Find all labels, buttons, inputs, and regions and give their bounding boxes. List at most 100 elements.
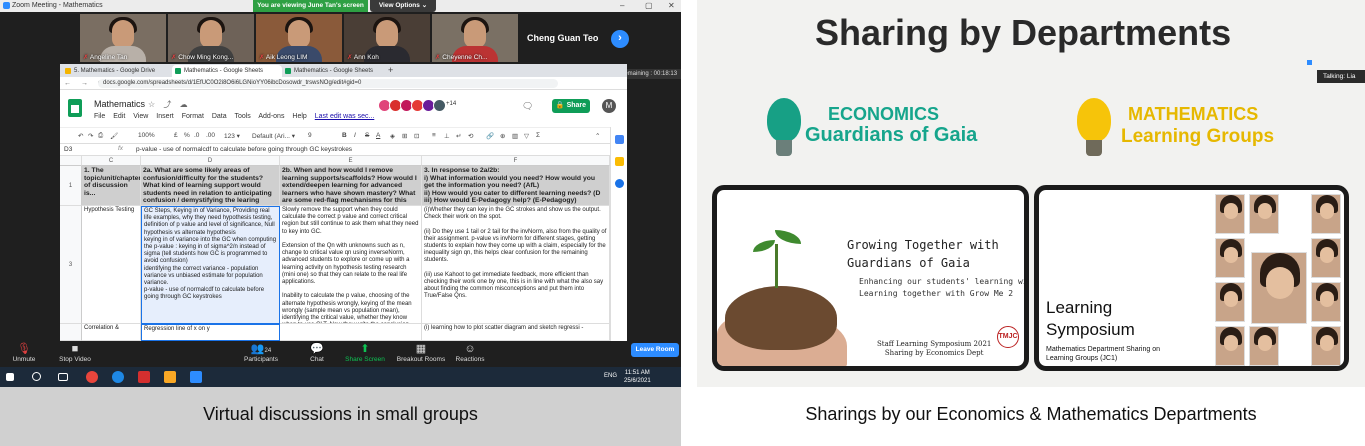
reactions-button[interactable]: ☺ Reactions xyxy=(452,342,488,363)
browser-tab[interactable]: 5. Mathematics - Google Drive xyxy=(62,65,172,77)
tasks-icon[interactable] xyxy=(615,179,624,188)
menu-format[interactable]: Format xyxy=(182,113,204,120)
participants-button[interactable]: 👥24 Participants xyxy=(238,342,284,363)
menu-edit[interactable]: Edit xyxy=(113,113,125,120)
star-move-cloud-icons[interactable]: ☆ ⤴ ☁ xyxy=(148,99,191,110)
currency-button[interactable]: £ xyxy=(174,132,178,139)
featured-participant-name[interactable]: Cheng Guan Teo xyxy=(527,33,598,43)
comment-icon[interactable]: 🗨 xyxy=(522,101,533,112)
cell-e1[interactable]: 2b. When and how would I remove learning… xyxy=(280,166,422,206)
bold-button[interactable]: B xyxy=(342,132,347,139)
fill-color-icon[interactable]: ◈ xyxy=(390,132,395,140)
functions-icon[interactable]: Σ xyxy=(536,132,540,139)
decrease-decimal-button[interactable]: .0 xyxy=(194,132,199,139)
paint-format-icon[interactable]: 🖌 xyxy=(110,132,118,140)
participant-tile[interactable]: ✗ Chow Ming Kong... xyxy=(168,14,254,62)
cell-e3[interactable]: Slowly remove the support when they coul… xyxy=(280,206,422,324)
strikethrough-button[interactable]: S xyxy=(365,132,369,139)
menu-tools[interactable]: Tools xyxy=(234,113,250,120)
menu-help[interactable]: Help xyxy=(292,113,306,120)
zoom-taskbar-icon[interactable] xyxy=(190,371,202,383)
valign-icon[interactable]: ⊥ xyxy=(444,132,450,140)
mathematics-slide-card[interactable]: Learning Symposium Mathematics Department… xyxy=(1034,185,1349,371)
print-icon[interactable]: ⎙ xyxy=(98,132,103,140)
participant-tile[interactable]: ✗ Ann Koh xyxy=(344,14,430,62)
share-button[interactable]: 🔒 Share xyxy=(552,99,590,113)
wrap-icon[interactable]: ↵ xyxy=(456,132,461,140)
cell-f1[interactable]: 3. In response to 2a/2b: i) What informa… xyxy=(422,166,610,206)
avatar[interactable] xyxy=(433,99,446,112)
next-page-arrow-icon[interactable]: › xyxy=(611,30,629,48)
cell-c3[interactable]: Hypothesis Testing xyxy=(82,206,141,324)
cell-f3[interactable]: (i)Whether they can key in the GC stroke… xyxy=(422,206,610,324)
account-avatar[interactable]: M xyxy=(602,99,616,113)
minimize-icon[interactable]: – xyxy=(620,1,624,10)
close-icon[interactable]: ✕ xyxy=(668,1,675,10)
menu-file[interactable]: File xyxy=(94,113,105,120)
column-header-f[interactable]: F xyxy=(422,156,610,166)
cell-c1[interactable]: 1. The topic/unit/chapter of discussion … xyxy=(82,166,141,206)
taskbar-clock[interactable]: 11:51 AM 25/6/2021 xyxy=(624,369,651,385)
browser-tab-active[interactable]: Mathematics - Google Sheets xyxy=(172,65,282,77)
last-edit-link[interactable]: Last edit was sec... xyxy=(315,113,375,120)
share-screen-button[interactable]: ⬆ Share Screen xyxy=(342,342,388,363)
comment-insert-icon[interactable]: ⊕ xyxy=(500,132,505,140)
language-indicator[interactable]: ENG xyxy=(604,373,617,379)
formula-input[interactable]: p-value - use of normalcdf to calculate … xyxy=(136,146,352,153)
keep-icon[interactable] xyxy=(615,157,624,166)
unmute-button[interactable]: 🎙 Unmute xyxy=(8,342,40,363)
italic-button[interactable]: I xyxy=(354,132,356,139)
increase-decimal-button[interactable]: .00 xyxy=(206,132,215,139)
menu-data[interactable]: Data xyxy=(212,113,227,120)
participant-tile[interactable]: ✗ Angeline Tan xyxy=(80,14,166,62)
row-header-4[interactable] xyxy=(60,324,82,341)
document-title[interactable]: Mathematics xyxy=(94,99,145,109)
cell-f4[interactable]: (i) learning how to plot scatter diagram… xyxy=(422,324,610,341)
menu-addons[interactable]: Add-ons xyxy=(258,113,284,120)
browser-tab[interactable]: Mathematics - Google Sheets xyxy=(282,65,386,77)
more-formats-select[interactable]: 123 ▾ xyxy=(224,132,240,140)
participant-tile[interactable]: ✗ Aik Leong LIM xyxy=(256,14,342,62)
column-header-e[interactable]: E xyxy=(280,156,422,166)
chrome-icon[interactable] xyxy=(86,371,98,383)
redo-icon[interactable]: ↷ xyxy=(88,132,93,140)
task-view-icon[interactable] xyxy=(58,373,68,381)
percent-button[interactable]: % xyxy=(184,132,190,139)
file-explorer-icon[interactable] xyxy=(164,371,176,383)
search-icon[interactable] xyxy=(32,372,41,381)
start-icon[interactable] xyxy=(6,373,14,381)
view-options-button[interactable]: View Options ⌄ xyxy=(370,0,436,12)
rotate-icon[interactable]: ⟲ xyxy=(468,132,473,140)
url-field[interactable]: docs.google.com/spreadsheets/d/1EfUC0O2i… xyxy=(98,79,558,88)
merge-cells-icon[interactable]: ⊡ xyxy=(414,132,419,140)
breakout-rooms-button[interactable]: ▦ Breakout Rooms xyxy=(394,342,448,363)
maximize-icon[interactable]: ▢ xyxy=(645,1,653,10)
stop-video-button[interactable]: ■ Stop Video xyxy=(55,342,95,363)
new-tab-icon[interactable]: + xyxy=(388,65,393,75)
row-header-3[interactable]: 3 xyxy=(60,206,82,324)
zoom-select[interactable]: 100% xyxy=(138,132,155,139)
leave-room-button[interactable]: Leave Room xyxy=(631,343,679,357)
cell-reference[interactable]: D3 xyxy=(64,146,72,153)
font-select[interactable]: Default (Ari... ▾ xyxy=(252,132,295,140)
cell-d4[interactable]: Regression line of x on y xyxy=(141,324,280,341)
acrobat-icon[interactable] xyxy=(138,371,150,383)
chart-icon[interactable]: ▥ xyxy=(512,132,518,140)
economics-slide-card[interactable]: Growing Together with Guardians of Gaia E… xyxy=(712,185,1029,371)
select-all-corner[interactable] xyxy=(60,156,82,166)
text-color-button[interactable]: A xyxy=(376,132,380,139)
cell-d1[interactable]: 2a. What are some likely areas of confus… xyxy=(141,166,280,206)
menu-view[interactable]: View xyxy=(133,113,148,120)
avatar-count[interactable]: +14 xyxy=(446,101,456,107)
menu-insert[interactable]: Insert xyxy=(156,113,174,120)
column-header-c[interactable]: C xyxy=(82,156,141,166)
font-size-select[interactable]: 9 xyxy=(308,132,312,139)
edge-icon[interactable] xyxy=(112,371,124,383)
calendar-icon[interactable] xyxy=(615,135,624,144)
align-icon[interactable]: ≡ xyxy=(432,132,436,139)
column-header-d[interactable]: D xyxy=(141,156,280,166)
borders-icon[interactable]: ⊞ xyxy=(402,132,407,140)
sheets-logo-icon[interactable] xyxy=(68,99,82,117)
cell-d3-selected[interactable]: GC Steps, Keying in of Variance, Providi… xyxy=(141,206,280,324)
cell-c4[interactable]: Correlation & xyxy=(82,324,141,341)
